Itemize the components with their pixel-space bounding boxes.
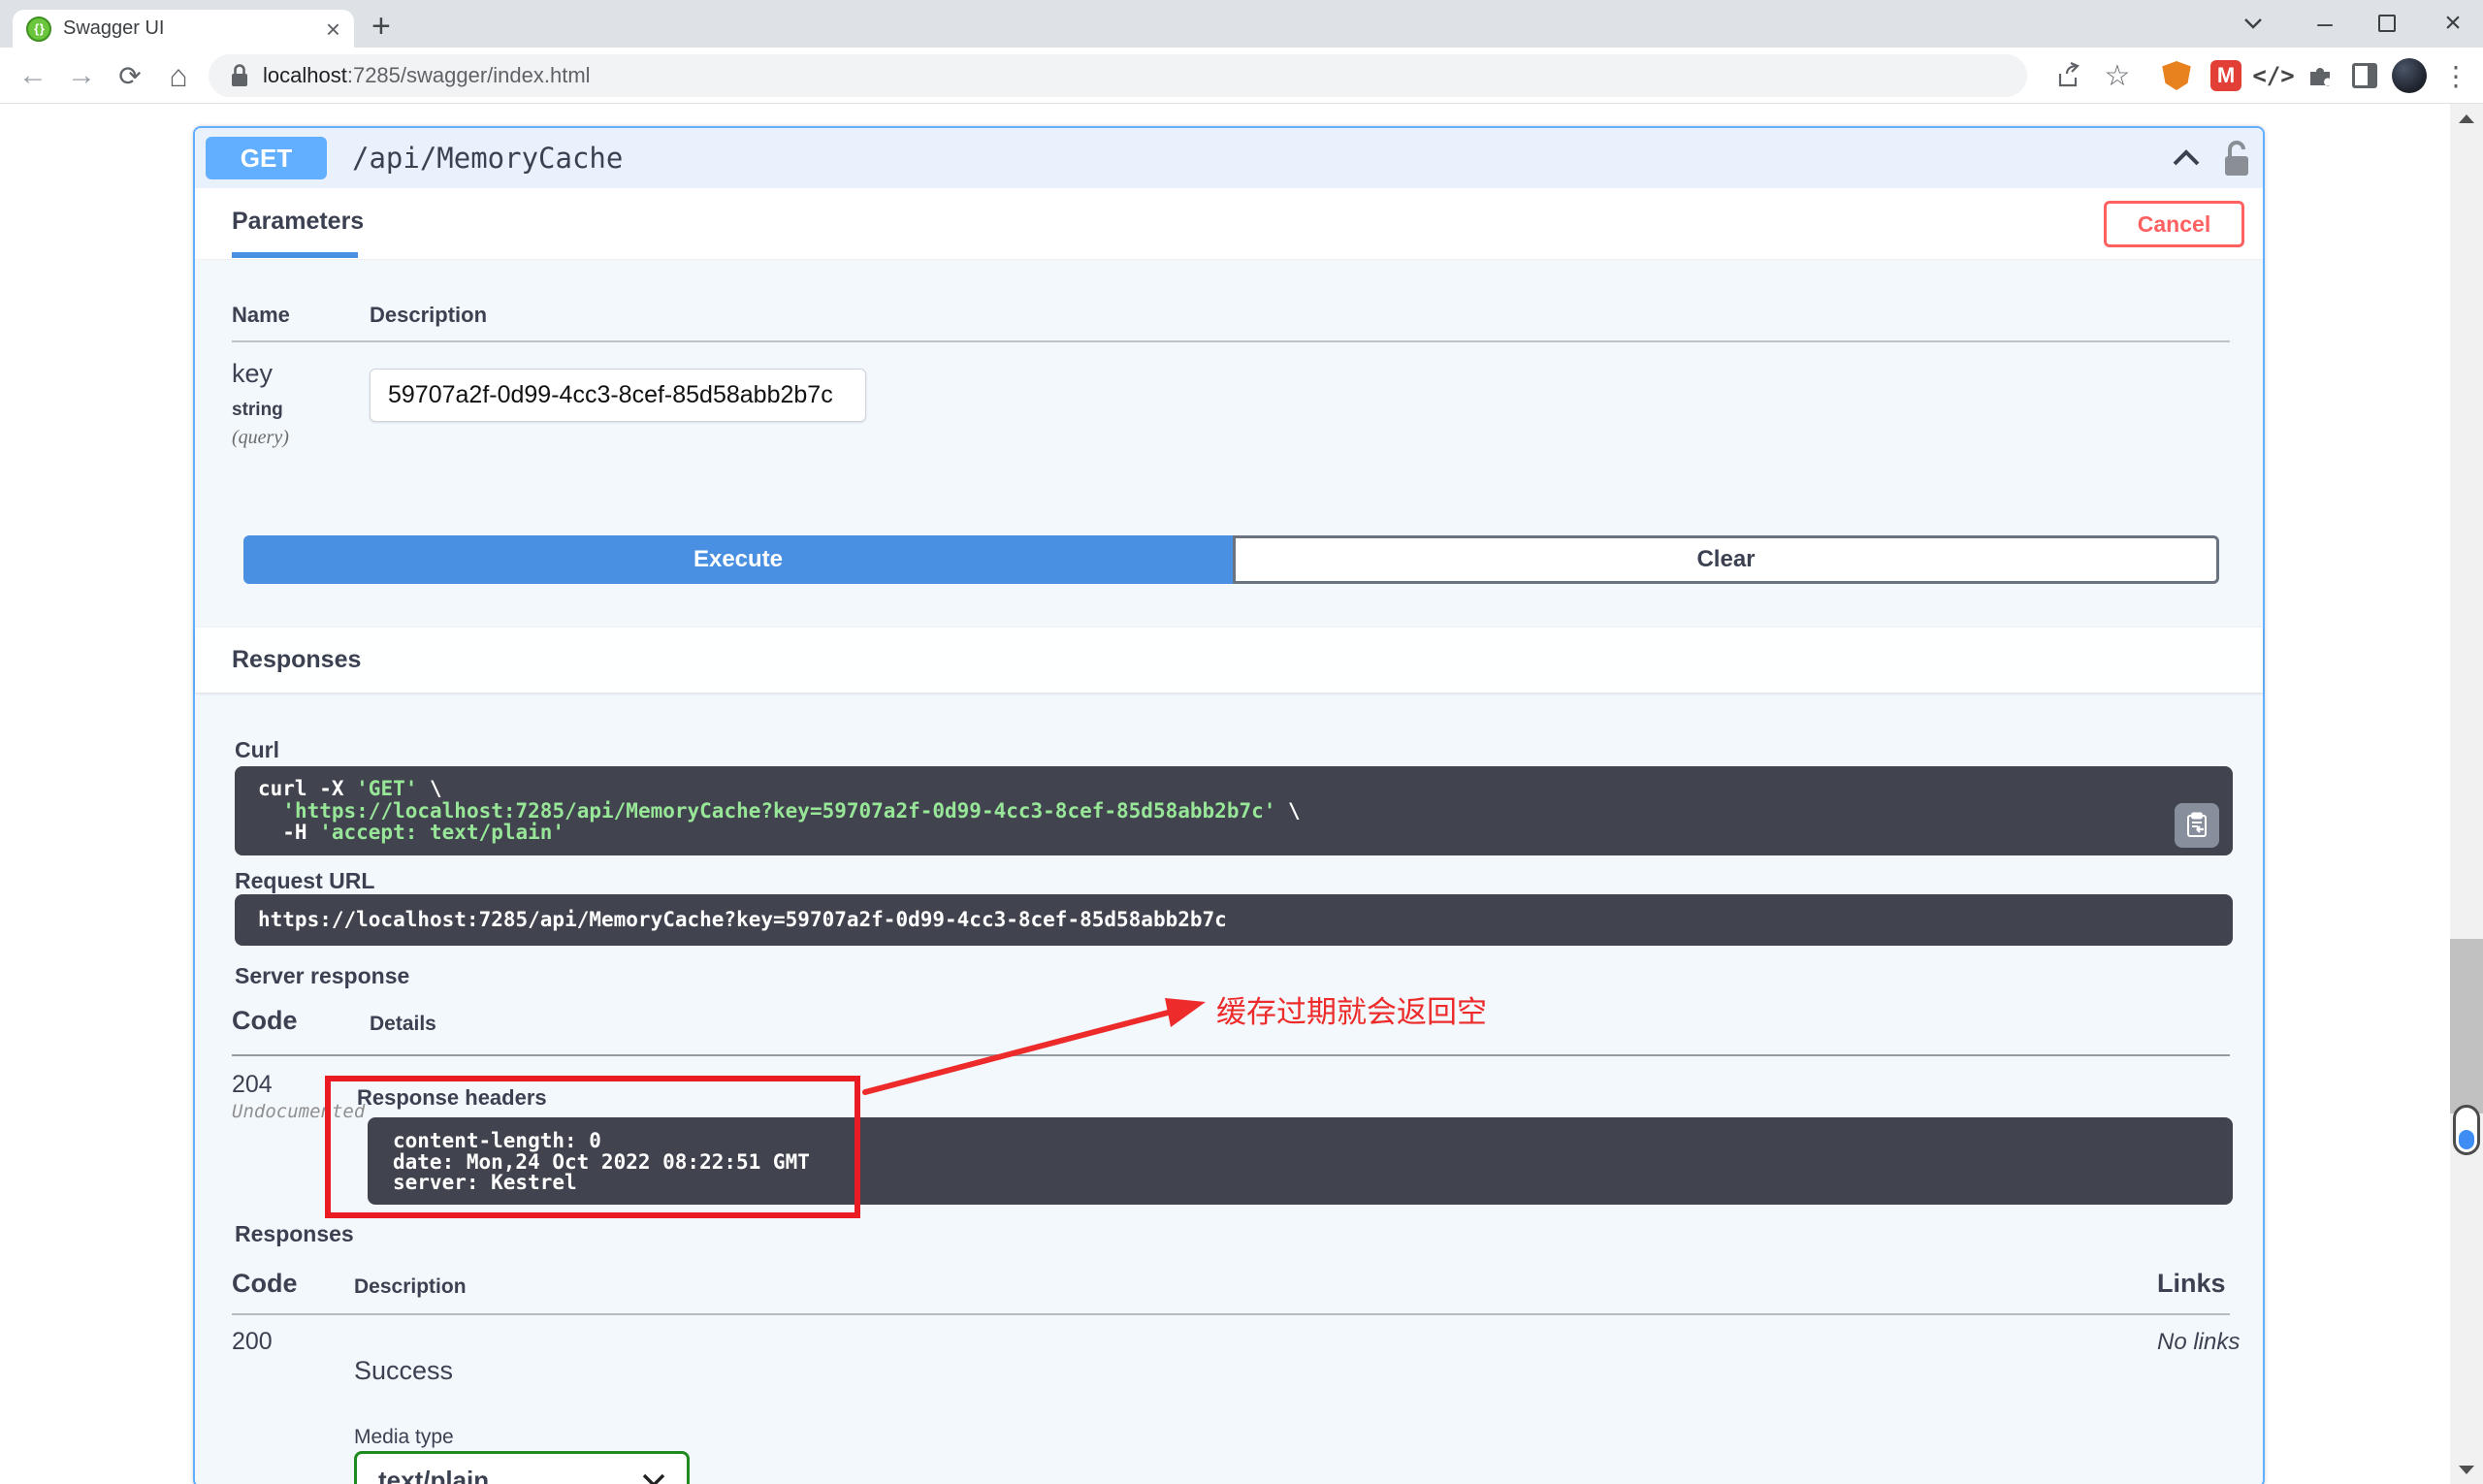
back-icon[interactable]: ← <box>10 48 56 104</box>
scrollbar-thumb[interactable] <box>2450 939 2483 1113</box>
param-value-input[interactable]: 59707a2f-0d99-4cc3-8cef-85d58abb2b7c <box>370 369 866 422</box>
page-scrollbar[interactable] <box>2450 104 2483 1484</box>
execute-button[interactable]: Execute <box>243 535 1233 584</box>
documented-responses-label: Responses <box>235 1221 354 1247</box>
responses-section-header: Responses <box>195 628 2263 693</box>
divider <box>232 1054 2230 1056</box>
window-close-button[interactable]: × <box>2431 6 2475 41</box>
annotation-rectangle <box>325 1076 860 1218</box>
profile-avatar[interactable] <box>2386 48 2433 104</box>
responses-col-description: Description <box>354 1275 467 1299</box>
url-path: :7285/swagger/index.html <box>347 63 591 88</box>
window-maximize-button[interactable] <box>2365 6 2409 41</box>
copy-to-clipboard-button[interactable] <box>2175 803 2219 848</box>
m-extension-icon[interactable]: M <box>2204 48 2248 104</box>
browser-menu-icon[interactable]: ⋮ <box>2436 48 2475 104</box>
divider <box>232 340 2230 342</box>
url-host: localhost <box>263 63 347 88</box>
forward-icon[interactable]: → <box>58 48 105 104</box>
curl-code: curl -X 'GET' \ 'https://localhost:7285/… <box>258 778 2209 844</box>
opblock-summary[interactable]: GET /api/MemoryCache <box>195 128 2263 188</box>
autoscroll-mouse-indicator <box>2453 1105 2480 1155</box>
opblock-tab-row: Parameters Cancel <box>195 188 2263 260</box>
param-col-description: Description <box>370 303 487 328</box>
divider <box>232 1313 2230 1315</box>
side-panel-icon[interactable] <box>2343 48 2386 104</box>
browser-window: { } Swagger UI × + – × ← → ⟳ ⌂ localhost… <box>0 0 2483 1484</box>
opblock-get-memorycache: GET /api/MemoryCache Parameters Cancel N… <box>193 126 2265 1484</box>
param-col-name: Name <box>232 303 290 328</box>
server-response-col-code: Code <box>232 1006 298 1036</box>
cancel-button[interactable]: Cancel <box>2104 201 2244 247</box>
response-row-description: Success <box>354 1356 453 1386</box>
tab-search-chevron-icon[interactable] <box>2231 6 2275 41</box>
responses-col-code: Code <box>232 1269 298 1299</box>
media-type-select[interactable]: text/plain <box>354 1451 690 1484</box>
request-url-value: https://localhost:7285/api/MemoryCache?k… <box>235 894 2233 946</box>
responses-header-label: Responses <box>232 646 361 674</box>
bookmark-star-icon[interactable]: ☆ <box>2095 48 2140 104</box>
auth-unlock-icon[interactable] <box>2220 140 2253 183</box>
scroll-down-icon[interactable] <box>2450 1455 2483 1484</box>
code-extension-icon[interactable]: </> <box>2250 48 2297 104</box>
extensions-puzzle-icon[interactable] <box>2299 48 2341 104</box>
tab-strip: { } Swagger UI × + – × <box>0 0 2483 48</box>
clear-button[interactable]: Clear <box>1233 535 2219 584</box>
tab-parameters[interactable]: Parameters <box>232 208 364 236</box>
curl-label: Curl <box>235 737 279 763</box>
browser-tab[interactable]: { } Swagger UI × <box>13 10 354 48</box>
new-tab-button[interactable]: + <box>371 8 391 46</box>
select-chevron-down-icon <box>642 1473 665 1484</box>
server-response-code: 204 <box>232 1071 273 1099</box>
home-icon[interactable]: ⌂ <box>155 48 202 104</box>
http-method-badge: GET <box>206 137 327 179</box>
collapse-chevron-icon[interactable] <box>2172 149 2201 172</box>
tab-title: Swagger UI <box>63 17 326 40</box>
lock-icon <box>230 63 249 88</box>
response-row-code: 200 <box>232 1328 273 1356</box>
curl-command-block: curl -X 'GET' \ 'https://localhost:7285/… <box>235 766 2233 855</box>
param-type: string <box>232 400 283 421</box>
responses-col-links: Links <box>2157 1269 2226 1299</box>
window-minimize-button[interactable]: – <box>2303 6 2347 41</box>
swagger-favicon-icon: { } <box>26 16 51 42</box>
browser-toolbar: ← → ⟳ ⌂ localhost:7285/swagger/index.htm… <box>0 48 2483 104</box>
media-type-label: Media type <box>354 1426 454 1449</box>
address-bar[interactable]: localhost:7285/swagger/index.html <box>209 54 2027 97</box>
reload-icon[interactable]: ⟳ <box>107 48 153 104</box>
scroll-up-icon[interactable] <box>2450 104 2483 133</box>
metamask-extension-icon[interactable] <box>2155 48 2198 104</box>
annotation-text: 缓存过期就会返回空 <box>1216 987 1487 1031</box>
endpoint-path: /api/MemoryCache <box>352 142 623 175</box>
tab-close-icon[interactable]: × <box>326 16 340 42</box>
tab-underline <box>232 252 358 258</box>
param-name: key <box>232 359 273 389</box>
request-url-label: Request URL <box>235 868 374 894</box>
server-response-label: Server response <box>235 963 409 989</box>
server-response-col-details: Details <box>370 1013 436 1036</box>
share-icon[interactable] <box>2047 48 2091 104</box>
media-type-value: text/plain <box>378 1466 642 1484</box>
param-location: (query) <box>232 427 289 449</box>
response-row-links: No links <box>2157 1329 2240 1356</box>
